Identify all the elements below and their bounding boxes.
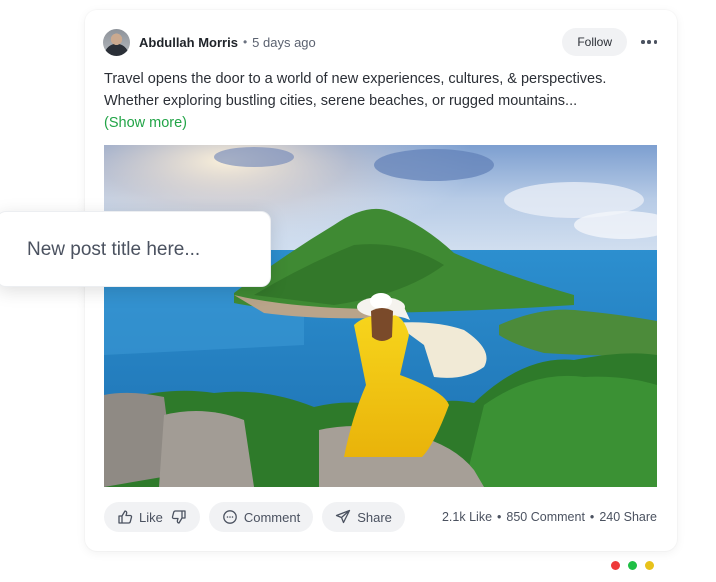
status-dots	[611, 561, 662, 570]
post-image[interactable]	[104, 145, 657, 487]
travel-photo	[104, 145, 657, 487]
status-dot-yellow	[645, 561, 654, 570]
post-timestamp: 5 days ago	[252, 34, 316, 50]
follow-button[interactable]: Follow	[562, 28, 627, 56]
like-button[interactable]: Like	[104, 502, 200, 532]
show-more-link[interactable]: (Show more)	[104, 112, 187, 134]
post-header: Abdullah Morris • 5 days ago Follow	[103, 28, 659, 56]
post-actions: Like Comment Share 2.1k Like • 850 Comme…	[104, 502, 657, 532]
header-separator: •	[242, 35, 248, 49]
thumbs-up-icon[interactable]	[117, 509, 133, 525]
avatar[interactable]	[103, 28, 130, 56]
share-count[interactable]: 240 Share	[599, 510, 657, 524]
post-title-input[interactable]	[27, 236, 257, 264]
stats-separator: •	[497, 510, 502, 524]
post-stats: 2.1k Like • 850 Comment • 240 Share	[442, 510, 657, 524]
comment-icon	[223, 510, 237, 524]
share-label: Share	[357, 509, 392, 525]
post-text: Travel opens the door to a world of new …	[104, 71, 607, 109]
more-horizontal-icon[interactable]	[639, 32, 659, 52]
like-count[interactable]: 2.1k Like	[442, 510, 492, 524]
status-dot-red	[611, 561, 620, 570]
stats-separator: •	[589, 510, 595, 524]
comment-button[interactable]: Comment	[208, 502, 314, 532]
send-icon	[336, 509, 351, 524]
comment-label: Comment	[243, 509, 301, 525]
post-title-popup	[0, 211, 271, 287]
comment-count[interactable]: 850 Comment	[506, 510, 585, 524]
thumbs-down-icon[interactable]	[171, 509, 187, 525]
status-dot-green	[628, 561, 637, 570]
share-button[interactable]: Share	[322, 502, 405, 532]
author-name[interactable]: Abdullah Morris	[139, 35, 238, 50]
like-label: Like	[139, 509, 163, 525]
